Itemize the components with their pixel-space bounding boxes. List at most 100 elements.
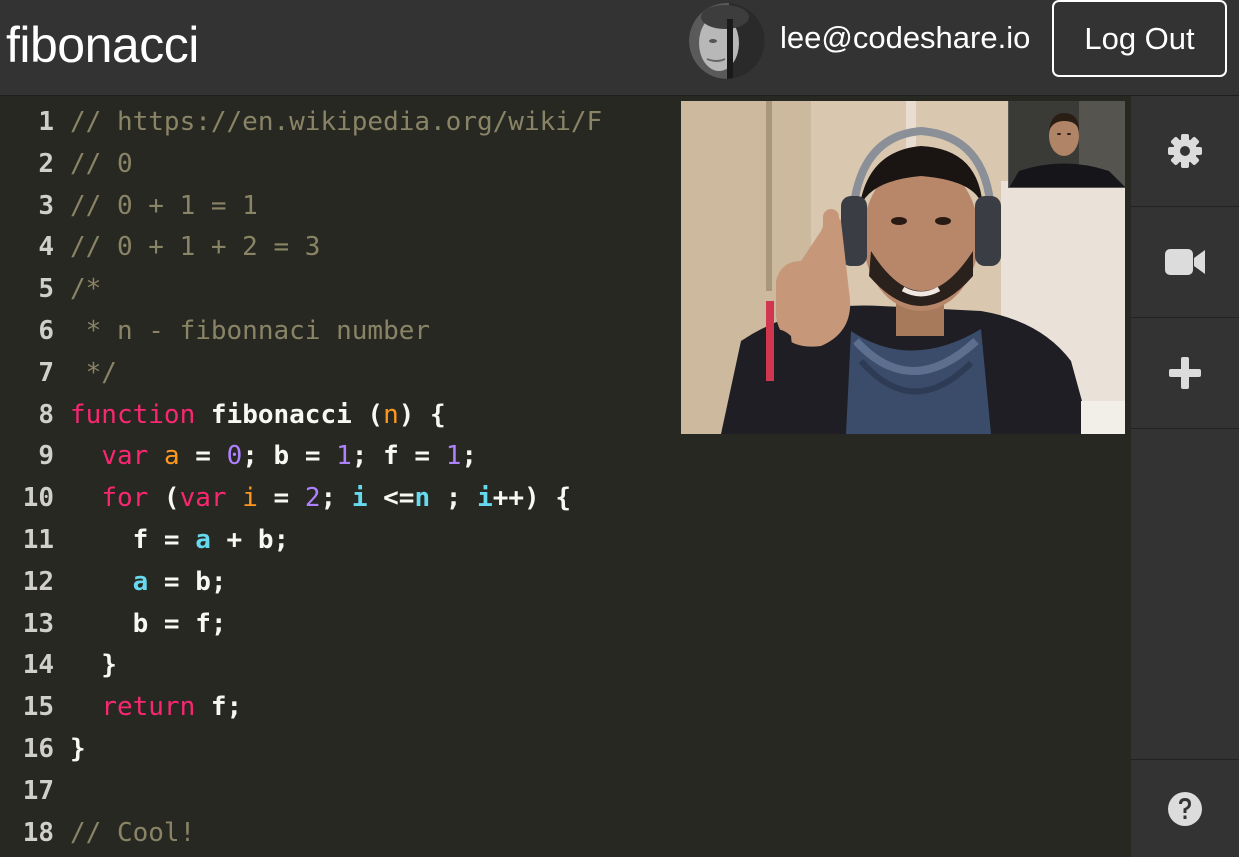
- line-number: 15: [22, 692, 54, 723]
- code-token: (: [148, 483, 180, 514]
- line-number: 17: [22, 775, 54, 806]
- code-token: 1: [336, 441, 352, 472]
- logout-button[interactable]: Log Out: [1052, 0, 1227, 77]
- user-email: lee@codeshare.io: [780, 20, 1031, 55]
- code-token: a: [132, 566, 149, 597]
- code-line[interactable]: 2 // 0: [0, 143, 133, 185]
- line-number: 7: [38, 357, 54, 388]
- code-token: <=: [367, 483, 415, 514]
- help-icon: [1168, 791, 1202, 826]
- plus-icon: [1169, 357, 1201, 389]
- code-line[interactable]: 18 // Cool!: [0, 812, 196, 854]
- code-line[interactable]: 17: [0, 770, 70, 812]
- settings-button[interactable]: [1131, 96, 1239, 207]
- self-video-preview[interactable]: [1008, 101, 1125, 188]
- code-line[interactable]: 11 f = a + b;: [0, 519, 289, 561]
- code-line[interactable]: 1 // https://en.wikipedia.org/wiki/F: [0, 101, 602, 143]
- code-line[interactable]: 15 return f;: [0, 686, 243, 728]
- code-line[interactable]: 8 function fibonacci (n) {: [0, 394, 446, 436]
- code-token: var: [101, 441, 149, 472]
- sidebar: [1131, 96, 1239, 857]
- line-number: 9: [38, 441, 54, 472]
- code-token: ; f =: [351, 441, 446, 472]
- line-number: 4: [38, 232, 54, 263]
- add-button[interactable]: [1131, 318, 1239, 429]
- code-line[interactable]: 6 * n - fibonnaci number: [0, 310, 430, 352]
- code-line[interactable]: 5 /*: [0, 268, 101, 310]
- code-line[interactable]: 7 */: [0, 352, 117, 394]
- code-token: // 0 + 1 = 1: [70, 190, 258, 221]
- code-token: =: [179, 441, 227, 472]
- code-token: ) {: [398, 399, 446, 430]
- code-token: i: [351, 483, 368, 514]
- code-token: ;: [430, 483, 478, 514]
- code-line[interactable]: 9 var a = 0; b = 1; f = 1;: [0, 435, 477, 477]
- code-token: ;: [320, 483, 352, 514]
- document-title[interactable]: fibonacci: [6, 14, 199, 76]
- code-line[interactable]: 4 // 0 + 1 + 2 = 3: [0, 226, 320, 268]
- code-token: * n - fibonnaci number: [70, 316, 431, 346]
- code-token: = b;: [148, 566, 227, 597]
- line-number: 14: [22, 650, 54, 681]
- code-token: 1: [445, 441, 462, 472]
- code-token: /*: [70, 274, 102, 305]
- line-number: 5: [38, 274, 54, 305]
- code-token: i: [242, 483, 258, 514]
- line-number: 11: [22, 525, 54, 555]
- code-token: ++) {: [492, 483, 571, 514]
- local-participant-video: [1009, 101, 1125, 187]
- code-token: function: [70, 399, 196, 430]
- code-token: a: [195, 525, 211, 555]
- line-number: 8: [38, 399, 54, 430]
- code-token: // 0 + 1 + 2 = 3: [70, 232, 321, 263]
- code-line[interactable]: 12 a = b;: [0, 561, 227, 603]
- video-camera-icon: [1165, 249, 1205, 275]
- line-number: 6: [38, 316, 54, 346]
- code-token: ;: [461, 441, 478, 472]
- line-number: 3: [38, 190, 54, 221]
- code-token: 2: [304, 483, 321, 514]
- line-number: 16: [22, 734, 54, 764]
- line-number: 18: [22, 817, 54, 848]
- code-token: // https://en.wikipedia.org/wiki/F: [70, 107, 603, 137]
- code-token: =: [257, 483, 305, 514]
- code-token: }: [70, 650, 117, 681]
- line-number: 12: [22, 566, 54, 597]
- code-line[interactable]: 3 // 0 + 1 = 1: [0, 185, 258, 227]
- header-bar: fibonacci lee@codeshare.io Log Out: [0, 0, 1239, 96]
- code-token: n: [383, 399, 399, 430]
- code-token: b = f;: [70, 608, 227, 639]
- code-token: // 0: [70, 148, 133, 179]
- gear-icon: [1168, 134, 1202, 168]
- video-call-button[interactable]: [1131, 207, 1239, 318]
- code-token: ; b =: [242, 441, 337, 472]
- code-token: f =: [70, 525, 196, 555]
- code-token: 0: [226, 441, 243, 472]
- line-number: 10: [22, 483, 54, 514]
- code-token: return: [101, 692, 196, 723]
- code-token: i: [477, 483, 493, 514]
- code-token: */: [70, 357, 117, 388]
- code-token: a: [163, 441, 180, 472]
- code-token: + b;: [210, 525, 290, 555]
- code-token: var: [179, 483, 227, 514]
- code-token: for: [101, 483, 149, 514]
- code-token: f;: [195, 692, 243, 723]
- code-line[interactable]: 10 for (var i = 2; i <=n ; i++) {: [0, 477, 571, 519]
- code-line[interactable]: 16}: [0, 728, 86, 770]
- line-number: 13: [22, 608, 54, 639]
- code-line[interactable]: 13 b = f;: [0, 603, 227, 645]
- line-number: 2: [38, 148, 54, 179]
- user-avatar[interactable]: [689, 3, 765, 79]
- code-line[interactable]: 14 }: [0, 644, 117, 686]
- help-button[interactable]: [1131, 759, 1239, 857]
- line-number: 1: [38, 107, 54, 137]
- code-token: // Cool!: [70, 817, 196, 848]
- code-token: }: [70, 734, 86, 764]
